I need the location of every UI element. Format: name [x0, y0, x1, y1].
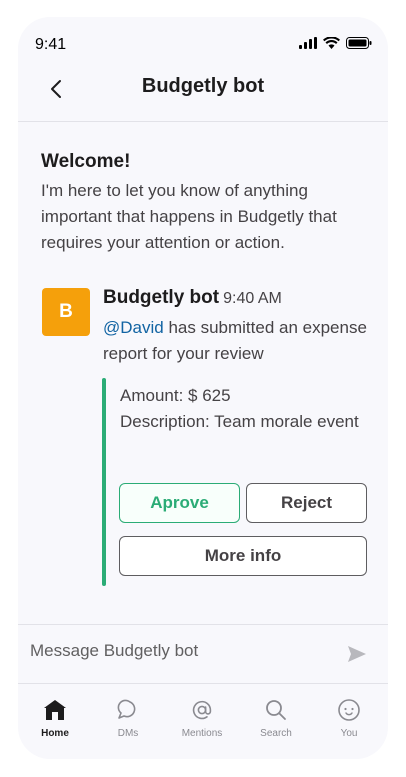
tab-home[interactable]: Home [24, 697, 86, 739]
more-info-button[interactable]: More info [119, 536, 367, 576]
welcome-text: I'm here to let you know of anything imp… [41, 181, 337, 252]
tab-label: DMs [117, 728, 139, 739]
search-icon [245, 697, 307, 723]
approve-button[interactable]: Aprove [119, 483, 240, 523]
message-time: 9:40 AM [223, 290, 282, 307]
tab-label: You [340, 728, 358, 739]
status-icons [299, 36, 372, 54]
expense-amount: Amount: $ 625 [120, 386, 231, 405]
expense-description: Description: Team morale event [120, 412, 359, 431]
status-bar: 9:41 [18, 17, 388, 69]
message-sender[interactable]: Budgetly bot [103, 287, 219, 308]
bot-message: Budgetly bot 9:40 AM @David has submitted… [103, 286, 373, 367]
dms-icon [97, 697, 159, 723]
bot-avatar[interactable]: B [42, 288, 90, 336]
tab-label: Mentions [181, 728, 223, 739]
expense-details: Amount: $ 625 Description: Team morale e… [120, 383, 370, 435]
attachment-accent-bar [102, 378, 106, 586]
tab-you[interactable]: You [318, 697, 380, 739]
tab-mentions[interactable]: Mentions [171, 697, 233, 739]
welcome-block: Welcome! I'm here to let you know of any… [41, 151, 371, 256]
you-icon [318, 697, 380, 723]
wifi-icon [323, 36, 340, 54]
bottom-tab-bar: Home DMs Mentions Search You [18, 683, 388, 759]
page-title: Budgetly bot [141, 75, 265, 97]
user-mention[interactable]: @David [103, 318, 164, 337]
tab-search[interactable]: Search [245, 697, 307, 739]
signal-icon [299, 36, 317, 54]
channel-header: Budgetly bot [18, 69, 388, 122]
send-icon[interactable] [346, 643, 368, 665]
phone-frame: 9:41 Budgetly bot Welcome! I'm here to l… [18, 17, 388, 759]
mentions-icon [171, 697, 233, 723]
message-composer: Message Budgetly bot [18, 624, 388, 684]
tab-dms[interactable]: DMs [97, 697, 159, 739]
status-time: 9:41 [35, 36, 67, 53]
battery-icon [346, 36, 372, 54]
reject-button[interactable]: Reject [246, 483, 367, 523]
home-icon [24, 697, 86, 723]
message-body: @David has submitted an expense report f… [103, 315, 373, 367]
welcome-title: Welcome! [41, 151, 131, 172]
tab-label: Search [260, 728, 292, 739]
tab-label: Home [41, 728, 69, 739]
message-input[interactable]: Message Budgetly bot [30, 641, 198, 661]
